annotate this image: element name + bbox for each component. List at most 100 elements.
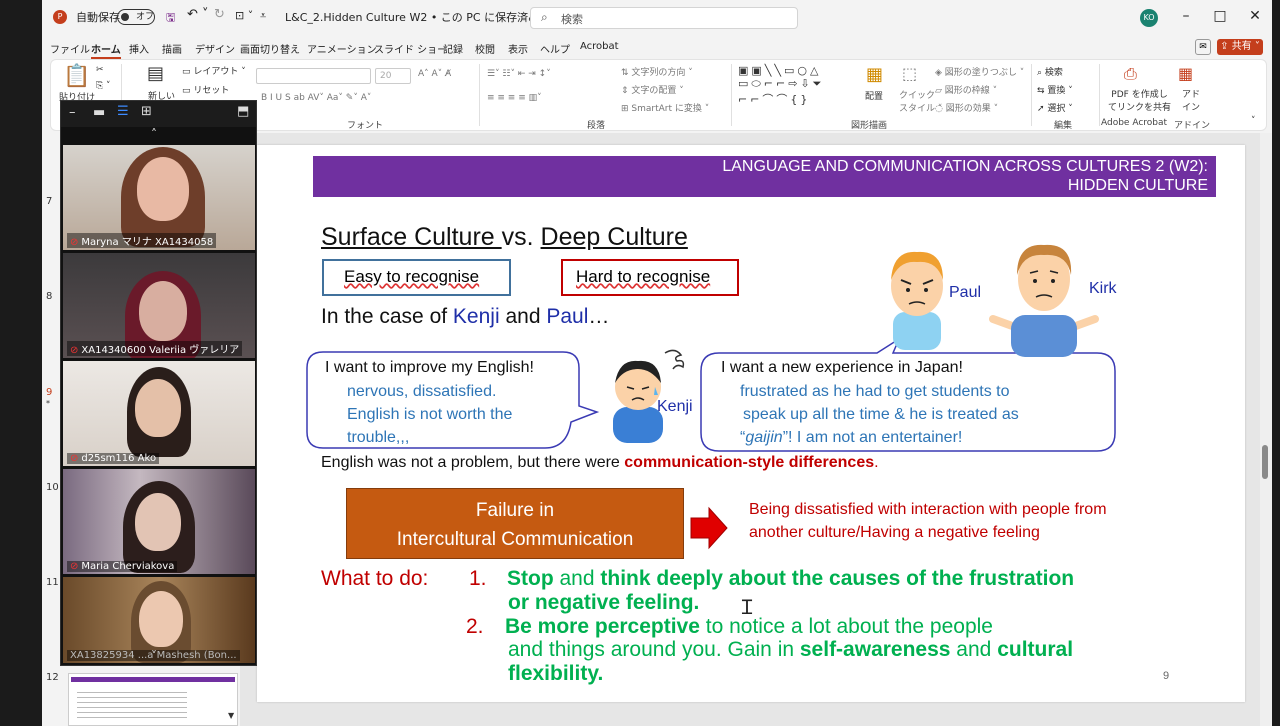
- what-to-do-label: What to do:: [321, 567, 429, 590]
- grid-view-icon[interactable]: ⊞: [141, 104, 152, 119]
- replace-button[interactable]: ⇆ 置換 ˅: [1037, 83, 1073, 96]
- thumb-scroll-down-icon[interactable]: ▼: [228, 711, 234, 720]
- thumb-number: 12: [46, 672, 59, 683]
- divider: [479, 64, 480, 126]
- copy-icon[interactable]: ⎘ ˅: [96, 81, 111, 91]
- label-kenji: Kenji: [657, 398, 693, 415]
- maximize-icon[interactable]: □: [1210, 8, 1230, 24]
- muted-mic-icon: ⊘: [70, 561, 79, 572]
- shape-outline-button[interactable]: ▱ 図形の枠線 ˅: [935, 83, 997, 96]
- font-format-icons[interactable]: B I U S ab AV˅ Aa˅ ✎˅ A˅: [261, 93, 371, 103]
- tab-acrobat[interactable]: Acrobat: [580, 41, 619, 52]
- tab-animations[interactable]: アニメーション: [307, 41, 377, 56]
- font-size-select[interactable]: 20: [375, 68, 411, 84]
- avatar[interactable]: KO: [1140, 9, 1158, 27]
- kirk-illustration: [989, 244, 1099, 357]
- participant-video-3[interactable]: ⊘ d25sm116 Ako: [63, 361, 255, 466]
- tab-help[interactable]: ヘルプ: [540, 41, 570, 56]
- find-button[interactable]: ⌕ 検索: [1037, 65, 1063, 78]
- hard-box: Hard to recognise: [561, 259, 739, 296]
- minimize-panel-icon[interactable]: –: [69, 105, 76, 120]
- slide-thumbnail-12[interactable]: [68, 673, 238, 726]
- scrollbar-thumb[interactable]: [1262, 445, 1268, 479]
- present-icon[interactable]: ⊡ ˅: [235, 9, 253, 22]
- pdf-icon[interactable]: ⎙: [1124, 64, 1137, 84]
- scroll-up-icon[interactable]: ˄: [151, 127, 157, 141]
- arrange-label[interactable]: 配置: [865, 89, 883, 102]
- search-box[interactable]: ⌕ 検索: [530, 7, 798, 29]
- customize-qat-icon[interactable]: ⩡: [260, 9, 266, 23]
- smartart-button[interactable]: ⊞ SmartArt に変換 ˅: [621, 101, 709, 114]
- vertical-view-icon[interactable]: ☰: [117, 104, 129, 119]
- reset-button[interactable]: ▭ リセット: [182, 83, 229, 96]
- tab-home[interactable]: ホーム: [91, 41, 121, 59]
- font-grow-icon[interactable]: A˄ A˅ A̸: [418, 69, 451, 79]
- slide-canvas[interactable]: LANGUAGE AND COMMUNICATION ACROSS CULTUR…: [257, 145, 1245, 702]
- align-text-button[interactable]: ⇕ 文字の配置 ˅: [621, 83, 684, 96]
- pdf-label[interactable]: PDF を作成し てリンクを共有: [1108, 87, 1171, 113]
- divider: [731, 64, 732, 126]
- step2-number: 2.: [466, 615, 484, 638]
- paste-icon[interactable]: 📋: [63, 64, 90, 89]
- layout-button[interactable]: ▭ レイアウト ˅: [182, 64, 246, 77]
- step1-number: 1.: [469, 567, 487, 590]
- undo-icon[interactable]: ↶ ˅: [187, 7, 209, 22]
- select-button[interactable]: ➚ 選択 ˅: [1037, 101, 1073, 114]
- tab-view[interactable]: 表示: [508, 41, 528, 56]
- label-paul: Paul: [949, 284, 982, 301]
- paragraph-group-label: 段落: [587, 121, 606, 131]
- redo-icon[interactable]: ↻: [214, 7, 225, 22]
- close-icon[interactable]: ✕: [1245, 8, 1265, 24]
- vertical-scrollbar[interactable]: [1260, 133, 1272, 726]
- shape-effect-button[interactable]: ◌ 図形の効果 ˅: [935, 101, 998, 114]
- autosave-label: 自動保存: [76, 11, 120, 24]
- minimize-icon[interactable]: –: [1176, 8, 1196, 24]
- divider: [1031, 64, 1032, 126]
- scroll-down-icon[interactable]: ˅: [151, 649, 157, 663]
- easy-box: Easy to recognise: [322, 259, 511, 296]
- list-icons[interactable]: ☰˅ ☷˅ ⇤ ⇥ ↕˅: [487, 69, 551, 79]
- tab-record[interactable]: 記録: [443, 41, 463, 56]
- arrange-icon[interactable]: ▦: [866, 64, 883, 85]
- shape-fill-button[interactable]: ◈ 図形の塗りつぶし ˅: [935, 65, 1024, 78]
- thumb-number: 9: [46, 387, 53, 398]
- participant-name: ⊘ Maria Cherviakova: [67, 561, 178, 572]
- share-button[interactable]: ⇪ 共有 ˅: [1217, 39, 1263, 55]
- tab-design[interactable]: デザイン: [195, 41, 235, 56]
- align-icons[interactable]: ≡ ≡ ≡ ≡ ▥˅: [487, 93, 542, 103]
- addin-icon[interactable]: ▦: [1178, 64, 1193, 83]
- powerpoint-logo-icon: P: [53, 10, 67, 24]
- tab-insert[interactable]: 挿入: [129, 41, 149, 56]
- tab-draw[interactable]: 描画: [162, 41, 182, 56]
- participant-name: ⊘ XA14340600 Valeriia ヴァレリア: [67, 341, 243, 356]
- font-name-select[interactable]: [256, 68, 371, 84]
- search-icon: ⌕: [541, 10, 548, 24]
- cut-icon[interactable]: ✂: [96, 65, 104, 75]
- speaker-view-icon[interactable]: ▬: [93, 105, 105, 120]
- participant-video-1[interactable]: ⊘ Maryna マリナ XA1434058: [63, 145, 255, 250]
- addin-label[interactable]: アド イン: [1182, 87, 1200, 113]
- new-slide-icon[interactable]: ▤: [147, 63, 164, 84]
- document-title[interactable]: L&C_2.Hidden Culture W2 • この PC に保存済み ˅: [285, 9, 548, 25]
- shapes-gallery[interactable]: ▣▣╲╲▭○△ ▭⬭⌐⌐⇨⇩⏷ ⌐⌐⌒⌒{}: [738, 64, 824, 107]
- autosave-toggle[interactable]: オフ: [117, 9, 155, 25]
- comment-icon[interactable]: ✉: [1195, 39, 1211, 55]
- quick-style-icon[interactable]: ⬚: [902, 64, 917, 83]
- expand-panel-icon[interactable]: ⬒: [237, 104, 249, 119]
- tab-file[interactable]: ファイル: [50, 41, 90, 56]
- tab-review[interactable]: 校閲: [475, 41, 495, 56]
- tab-transitions[interactable]: 画面切り替え: [240, 41, 300, 56]
- tab-slideshow[interactable]: スライド ショー: [374, 41, 447, 56]
- failure-line-2: Intercultural Communication: [396, 529, 634, 550]
- text-direction-button[interactable]: ⇅ 文字列の方向 ˅: [621, 65, 693, 78]
- participant-video-4[interactable]: ⊘ Maria Cherviakova: [63, 469, 255, 574]
- bubble-left-line2: nervous, dissatisfied.: [347, 383, 497, 400]
- thumb-number: 7: [46, 196, 53, 207]
- save-icon[interactable]: 🖫: [166, 9, 175, 28]
- participant-video-5[interactable]: XA13825934 ...a Mashesh (Bon...: [63, 577, 255, 663]
- bubble-left-line4: trouble,,,: [347, 429, 410, 446]
- collapse-ribbon-icon[interactable]: ˅: [1251, 116, 1256, 126]
- participant-video-2[interactable]: ⊘ XA14340600 Valeriia ヴァレリア: [63, 253, 255, 358]
- slide-header-band: LANGUAGE AND COMMUNICATION ACROSS CULTUR…: [313, 156, 1216, 197]
- label-kirk: Kirk: [1089, 280, 1117, 297]
